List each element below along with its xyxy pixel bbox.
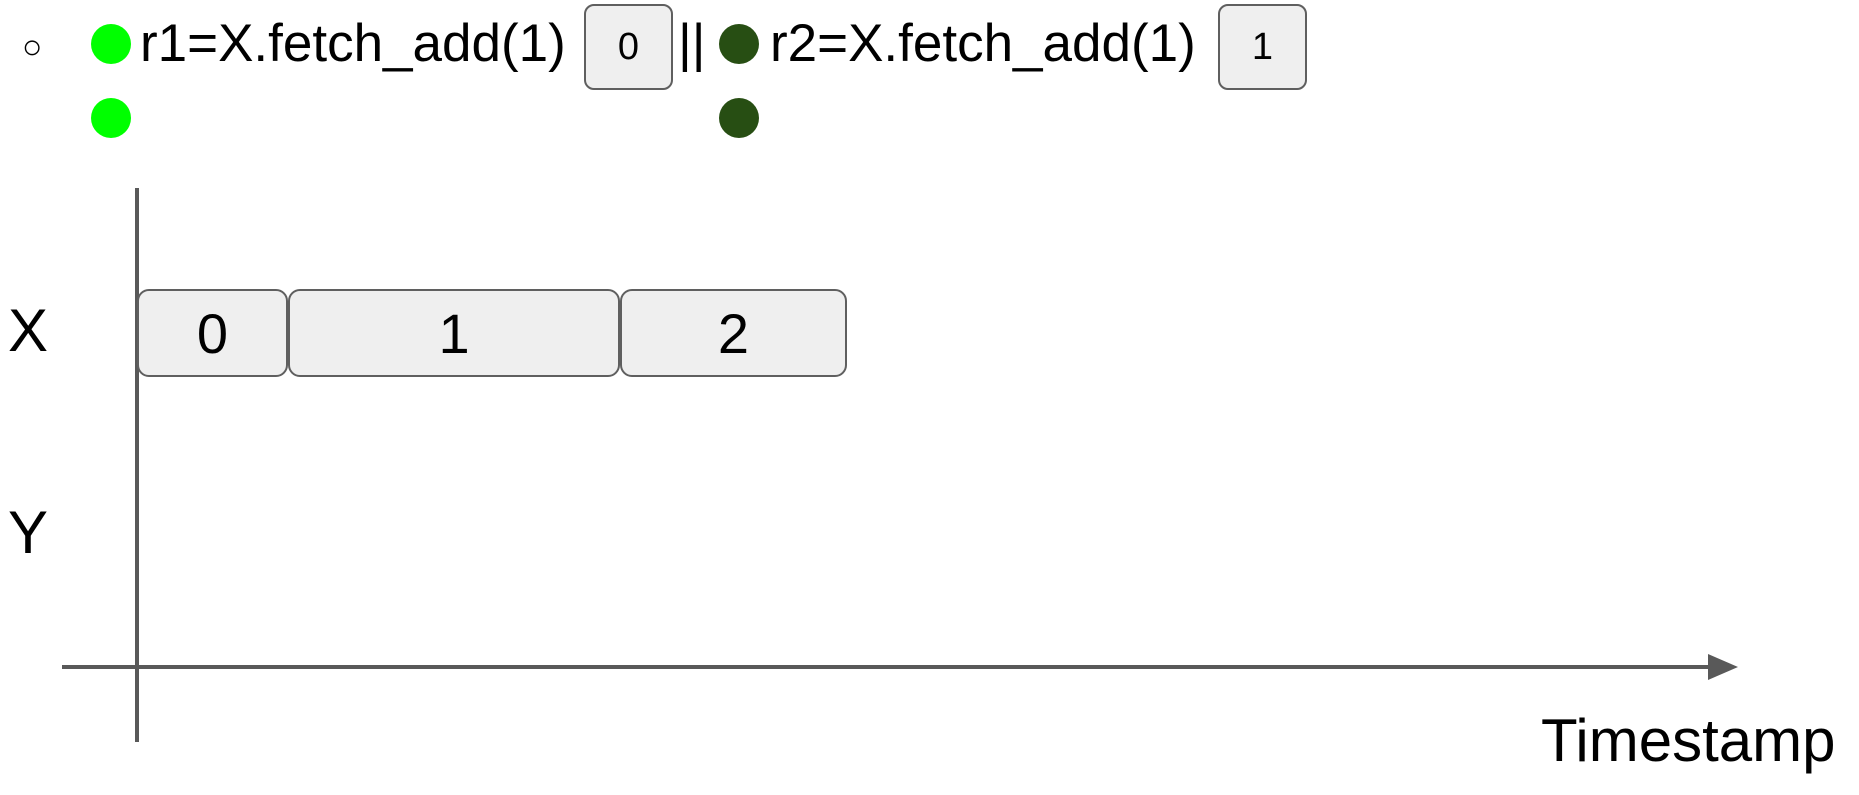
x-segment-value-2: 2 bbox=[620, 289, 847, 377]
timeline-axes bbox=[62, 188, 1738, 742]
x-segment-value-0: 0 bbox=[137, 289, 288, 377]
axis-arrowhead-icon bbox=[1708, 654, 1738, 680]
row-label-y: Y bbox=[8, 499, 49, 566]
axis-label-timestamp: Timestamp bbox=[1541, 707, 1836, 774]
row-label-x: X bbox=[8, 297, 49, 364]
x-segment-value-1: 1 bbox=[288, 289, 621, 377]
